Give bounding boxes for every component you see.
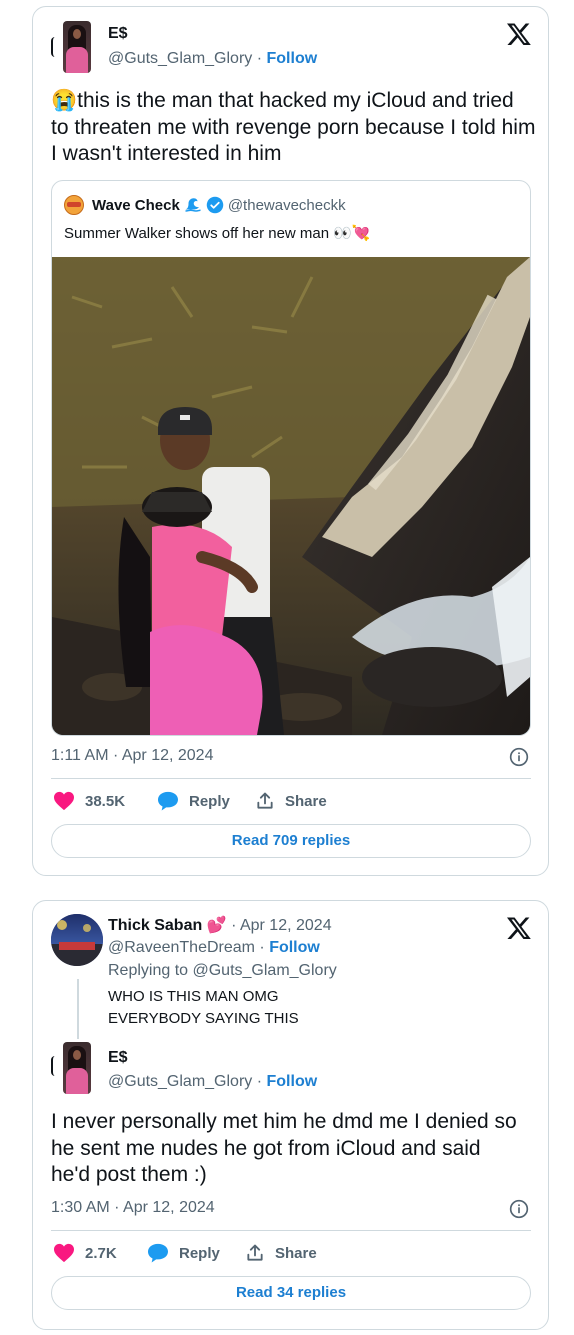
separator: · xyxy=(254,939,270,956)
follow-button[interactable]: Follow xyxy=(267,1073,318,1090)
author-name[interactable]: E$ xyxy=(108,25,128,43)
info-icon[interactable] xyxy=(509,1199,529,1219)
thread-line xyxy=(77,979,79,1039)
comment-icon xyxy=(148,1243,168,1263)
quote-avatar[interactable] xyxy=(64,195,84,215)
quoted-photo[interactable] xyxy=(52,257,530,735)
share-label: Share xyxy=(275,1244,317,1262)
x-logo-icon[interactable] xyxy=(506,21,532,47)
avatar[interactable] xyxy=(63,1042,91,1094)
reply-button[interactable]: Reply xyxy=(147,1243,220,1263)
share-label: Share xyxy=(285,792,327,810)
reply-label: Reply xyxy=(189,792,230,810)
share-button[interactable]: Share xyxy=(255,791,327,811)
separator: · xyxy=(252,1073,267,1090)
tweet-date[interactable]: · Apr 12, 2024 xyxy=(227,917,332,934)
verified-badge-icon xyxy=(206,196,224,214)
author-handle[interactable]: @RaveenTheDream · Follow xyxy=(108,939,320,957)
like-count: 2.7K xyxy=(85,1244,117,1262)
share-icon xyxy=(257,792,273,809)
handle-text[interactable]: @RaveenTheDream xyxy=(108,939,255,956)
avatar[interactable] xyxy=(51,914,103,966)
quote-author[interactable]: Wave Check @thewavecheckk xyxy=(92,196,346,214)
author-handle[interactable]: @Guts_Glam_Glory · Follow xyxy=(108,50,317,68)
avatar[interactable] xyxy=(63,21,91,73)
author-name[interactable]: Thick Saban xyxy=(108,917,202,934)
tweet-text: 😭this is the man that hacked my iCloud a… xyxy=(51,88,536,168)
quote-author-name[interactable]: Wave Check xyxy=(92,197,180,214)
quote-handle[interactable]: @thewavecheckk xyxy=(228,197,346,214)
tweet-text: I never personally met him he dmd me I d… xyxy=(51,1110,517,1186)
separator: · xyxy=(252,50,267,67)
follow-button[interactable]: Follow xyxy=(269,939,320,956)
read-replies-button[interactable]: Read 34 replies xyxy=(51,1276,531,1310)
share-button[interactable]: Share xyxy=(245,1243,317,1263)
reply-button[interactable]: Reply xyxy=(157,791,230,811)
quoted-tweet[interactable]: Wave Check @thewavecheckk Summer Walker … xyxy=(51,180,531,736)
crying-emoji: 😭 xyxy=(51,89,78,112)
reply-label: Reply xyxy=(179,1244,220,1262)
tweet-card[interactable]: E$ @Guts_Glam_Glory · Follow 😭this is th… xyxy=(32,6,549,876)
author-name[interactable]: E$ xyxy=(108,1049,128,1067)
replying-to[interactable]: Replying to @Guts_Glam_Glory xyxy=(108,962,337,980)
heart-icon xyxy=(54,791,74,811)
reply-text-line1: WHO IS THIS MAN OMG xyxy=(108,988,279,1005)
author-handle[interactable]: @Guts_Glam_Glory · Follow xyxy=(108,1073,317,1091)
comment-icon xyxy=(158,791,178,811)
avatar-bracket xyxy=(51,37,57,57)
like-count: 38.5K xyxy=(85,792,126,810)
share-icon xyxy=(247,1244,263,1261)
reply-text-line2: EVERYBODY SAYING THIS xyxy=(108,1010,299,1027)
info-icon[interactable] xyxy=(509,747,529,767)
hearts-emoji: 💕 xyxy=(206,917,227,934)
follow-button[interactable]: Follow xyxy=(267,50,318,67)
tweet-card[interactable]: Thick Saban 💕 · Apr 12, 2024 @RaveenTheD… xyxy=(32,900,549,1330)
avatar-bracket xyxy=(51,1056,57,1076)
read-replies-button[interactable]: Read 709 replies xyxy=(51,824,531,858)
wave-icon xyxy=(185,198,201,212)
author-line: Thick Saban 💕 · Apr 12, 2024 xyxy=(108,915,332,935)
tweet-body: this is the man that hacked my iCloud an… xyxy=(51,89,536,165)
divider xyxy=(51,1230,531,1231)
like-button[interactable]: 2.7K xyxy=(53,1243,117,1263)
heart-icon xyxy=(54,1243,74,1263)
handle-text[interactable]: @Guts_Glam_Glory xyxy=(108,1073,252,1090)
tweet-timestamp[interactable]: 1:11 AM · Apr 12, 2024 xyxy=(51,747,213,765)
x-logo-icon[interactable] xyxy=(506,915,532,941)
quote-text: Summer Walker shows off her new man 👀💘 xyxy=(64,225,371,242)
tweet-timestamp[interactable]: 1:30 AM · Apr 12, 2024 xyxy=(51,1199,215,1217)
handle-text[interactable]: @Guts_Glam_Glory xyxy=(108,50,252,67)
like-button[interactable]: 38.5K xyxy=(53,791,125,811)
divider xyxy=(51,778,531,779)
